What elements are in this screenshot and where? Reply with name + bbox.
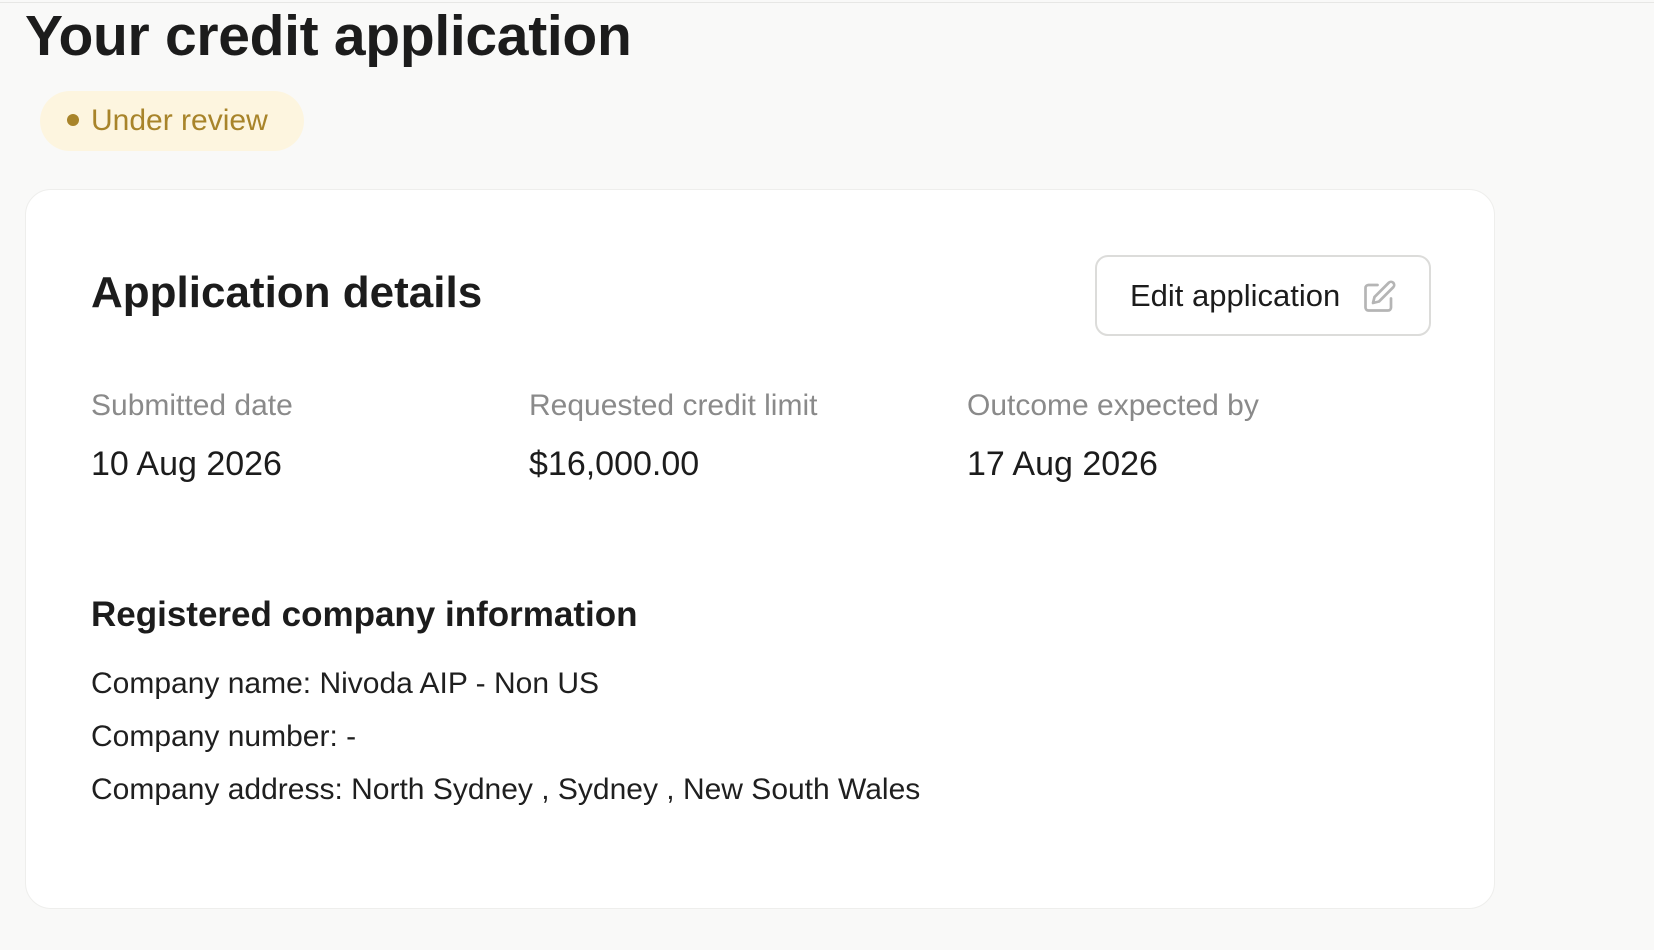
edit-application-button[interactable]: Edit application bbox=[1095, 255, 1431, 336]
detail-value: 17 Aug 2026 bbox=[967, 445, 1158, 483]
company-number-line: Company number: - bbox=[91, 720, 357, 753]
application-details-card: Application details Edit application Sub… bbox=[25, 189, 1495, 909]
detail-value: 10 Aug 2026 bbox=[91, 445, 282, 483]
detail-requested-credit-limit: Requested credit limit $16,000.00 bbox=[529, 386, 969, 487]
status-badge-label: Under review bbox=[91, 104, 268, 137]
company-name-line: Company name: Nivoda AIP - Non US bbox=[91, 667, 600, 700]
detail-label: Submitted date bbox=[91, 389, 293, 422]
status-badge: Under review bbox=[40, 91, 304, 151]
company-info-title: Registered company information bbox=[91, 595, 638, 634]
detail-label: Outcome expected by bbox=[967, 389, 1259, 422]
status-dot-icon bbox=[67, 114, 79, 127]
application-details-title: Application details bbox=[91, 268, 483, 317]
company-address-line: Company address: North Sydney , Sydney ,… bbox=[91, 773, 921, 806]
edit-application-label: Edit application bbox=[1130, 278, 1341, 313]
detail-submitted-date: Submitted date 10 Aug 2026 bbox=[91, 386, 531, 487]
edit-icon bbox=[1364, 280, 1396, 312]
detail-label: Requested credit limit bbox=[529, 389, 818, 422]
detail-value: $16,000.00 bbox=[529, 445, 700, 483]
detail-outcome-expected-by: Outcome expected by 17 Aug 2026 bbox=[967, 386, 1407, 487]
page-title: Your credit application bbox=[25, 4, 632, 68]
